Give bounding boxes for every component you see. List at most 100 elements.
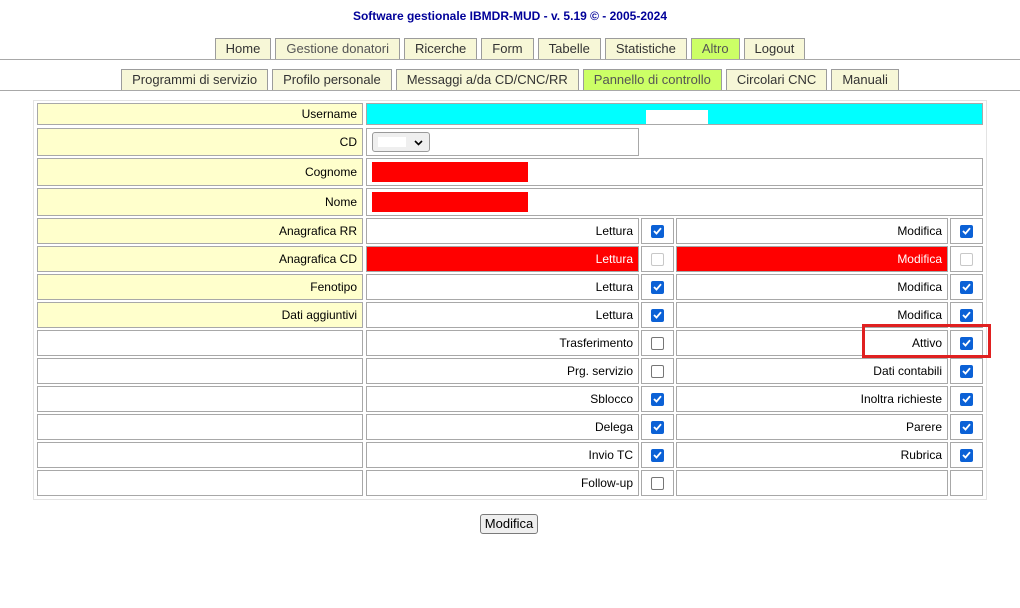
tab-statistiche[interactable]: Statistiche — [604, 38, 687, 59]
main-nav: Home Gestione donatori Ricerche Form Tabelle… — [0, 38, 1020, 60]
chevron-down-icon — [414, 135, 423, 149]
tab-altro[interactable]: Altro — [690, 38, 740, 59]
control-panel-form: Username CD Cognome Nome Anagrafica RR Le… — [33, 100, 987, 500]
checkbox-delega[interactable] — [651, 420, 664, 434]
permission-checkbox-cell — [641, 218, 674, 244]
permission-checkbox-cell — [641, 442, 674, 468]
checkbox-inoltra-richieste[interactable] — [960, 392, 973, 406]
cognome-input[interactable] — [372, 162, 528, 182]
permission-label: Modifica — [676, 246, 948, 272]
permission-checkbox-cell — [641, 414, 674, 440]
checkbox-attivo[interactable] — [960, 336, 973, 350]
permission-checkbox-cell — [641, 358, 674, 384]
permission-label: Parere — [676, 414, 948, 440]
nav-divider — [0, 90, 1020, 91]
permission-checkbox-cell — [641, 302, 674, 328]
permission-label — [676, 470, 948, 496]
permission-label: Lettura — [366, 302, 639, 328]
permission-label: Trasferimento — [366, 330, 639, 356]
nome-cell — [366, 188, 983, 216]
checkbox-modifica[interactable] — [960, 308, 973, 322]
tab-logout[interactable]: Logout — [743, 38, 806, 59]
nome-input[interactable] — [372, 192, 528, 212]
tab-home[interactable]: Home — [214, 38, 272, 59]
cognome-cell — [366, 158, 983, 186]
checkbox-lettura[interactable] — [651, 280, 664, 294]
subtab-circolari-cnc[interactable]: Circolari CNC — [725, 69, 828, 90]
permission-label: Invio TC — [366, 442, 639, 468]
permission-label: Sblocco — [366, 386, 639, 412]
tab-gestione-donatori[interactable]: Gestione donatori — [275, 38, 400, 59]
checkmark-icon — [962, 451, 971, 459]
section-label — [37, 442, 363, 468]
checkbox-dati-contabili[interactable] — [960, 364, 973, 378]
permission-checkbox-cell — [950, 358, 983, 384]
app-title: Software gestionale IBMDR-MUD - v. 5.19 … — [352, 9, 668, 23]
checkmark-icon — [962, 367, 971, 375]
checkbox-lettura[interactable] — [651, 224, 664, 238]
permission-label: Attivo — [676, 330, 948, 356]
checkbox-invio-tc[interactable] — [651, 448, 664, 462]
checkmark-icon — [653, 283, 662, 291]
tab-ricerche[interactable]: Ricerche — [403, 38, 478, 59]
redacted-username — [646, 110, 708, 124]
checkbox-rubrica[interactable] — [960, 448, 973, 462]
permission-checkbox-cell — [950, 442, 983, 468]
checkmark-icon — [962, 423, 971, 431]
checkmark-icon — [653, 423, 662, 431]
checkbox-follow-up[interactable] — [651, 476, 664, 490]
checkbox-modifica[interactable] — [960, 280, 973, 294]
section-label: Anagrafica RR — [37, 218, 363, 244]
checkmark-icon — [653, 227, 662, 235]
subtab-manuali[interactable]: Manuali — [831, 69, 899, 90]
checkbox-prg-servizio[interactable] — [651, 364, 664, 378]
modifica-button[interactable]: Modifica — [480, 514, 538, 534]
cd-select-cell — [366, 128, 639, 156]
checkmark-icon — [653, 311, 662, 319]
permission-checkbox-cell — [950, 246, 983, 272]
checkbox-sblocco[interactable] — [651, 392, 664, 406]
permission-checkbox-cell — [641, 246, 674, 272]
permission-label: Rubrica — [676, 442, 948, 468]
subtab-programmi-di-servizio[interactable]: Programmi di servizio — [121, 69, 269, 90]
sub-nav: Programmi di servizio Profilo personale Me… — [0, 69, 1020, 91]
subtab-profilo-personale[interactable]: Profilo personale — [272, 69, 392, 90]
section-label: Dati aggiuntivi — [37, 302, 363, 328]
permission-checkbox-cell — [950, 386, 983, 412]
permission-label: Lettura — [366, 246, 639, 272]
permission-checkbox-cell — [950, 302, 983, 328]
checkmark-icon — [653, 451, 662, 459]
permission-checkbox-cell — [641, 330, 674, 356]
checkmark-icon — [962, 339, 971, 347]
permission-label: Delega — [366, 414, 639, 440]
checkbox-parere[interactable] — [960, 420, 973, 434]
permission-label: Modifica — [676, 218, 948, 244]
permission-checkbox-cell — [950, 274, 983, 300]
section-label — [37, 470, 363, 496]
checkmark-icon — [962, 283, 971, 291]
permission-checkbox-cell — [950, 330, 983, 356]
subtab-messaggi-a-da-cd-cnc-rr[interactable]: Messaggi a/da CD/CNC/RR — [395, 69, 579, 90]
nome-label: Nome — [37, 188, 363, 216]
permission-checkbox-cell — [950, 218, 983, 244]
permission-label: Lettura — [366, 218, 639, 244]
permission-label: Modifica — [676, 274, 948, 300]
checkbox-lettura[interactable] — [651, 308, 664, 322]
section-label — [37, 414, 363, 440]
section-label — [37, 358, 363, 384]
cd-select[interactable] — [372, 132, 430, 152]
cd-label: CD — [37, 128, 363, 156]
checkmark-icon — [962, 311, 971, 319]
section-label: Anagrafica CD — [37, 246, 363, 272]
subtab-pannello-di-controllo[interactable]: Pannello di controllo — [582, 69, 722, 90]
checkmark-icon — [653, 395, 662, 403]
checkbox-modifica[interactable] — [960, 252, 973, 266]
tab-form[interactable]: Form — [481, 38, 534, 59]
checkmark-icon — [962, 227, 971, 235]
checkbox-trasferimento[interactable] — [651, 336, 664, 350]
checkbox-lettura[interactable] — [651, 252, 664, 266]
tab-tabelle[interactable]: Tabelle — [537, 38, 601, 59]
permission-checkbox-cell — [641, 470, 674, 496]
checkbox-modifica[interactable] — [960, 224, 973, 238]
permission-checkbox-cell — [641, 386, 674, 412]
